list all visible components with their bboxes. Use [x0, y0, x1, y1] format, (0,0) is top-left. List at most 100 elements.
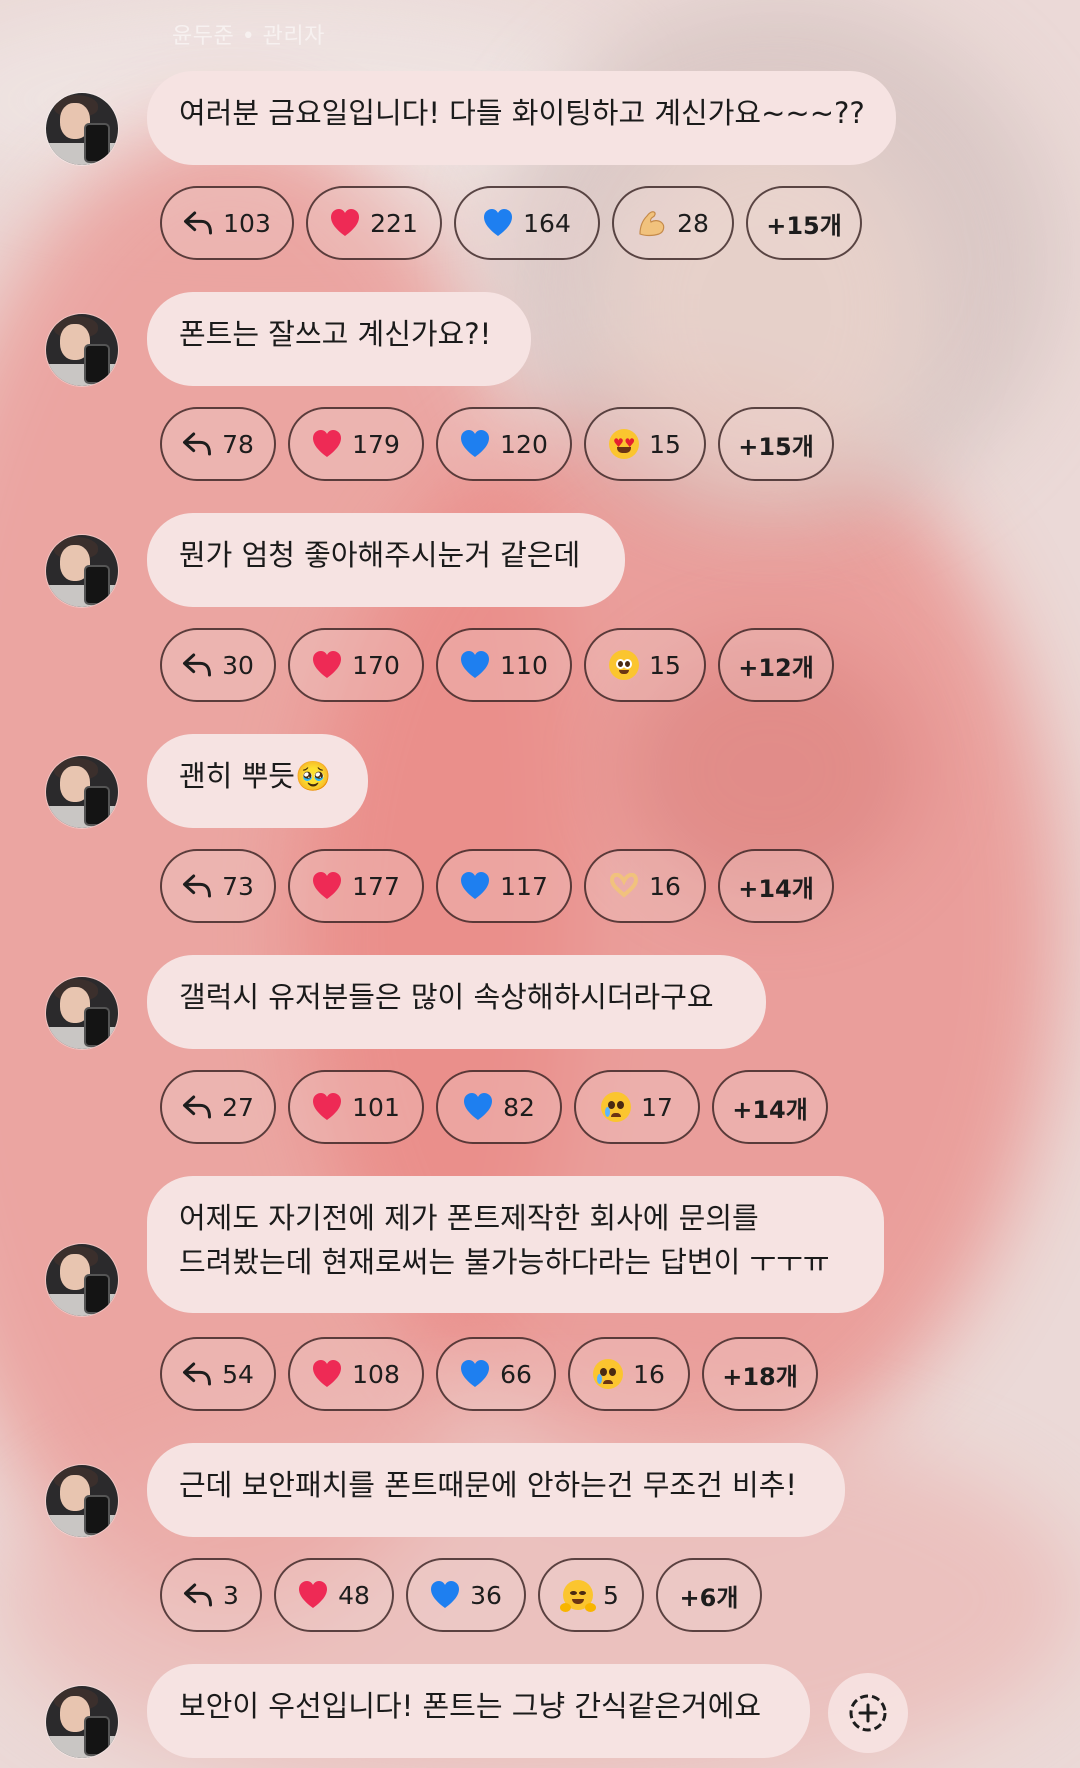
reply-icon — [182, 1092, 212, 1122]
hugging-face-icon — [560, 1580, 597, 1612]
red-heart-icon — [298, 1580, 328, 1610]
add-reaction-button[interactable] — [828, 1673, 908, 1753]
more-reactions-button[interactable]: +14개 — [718, 849, 834, 923]
reaction-count: 110 — [500, 650, 548, 680]
reply-icon — [183, 208, 213, 238]
more-reactions-label: +14개 — [732, 1095, 808, 1124]
avatar[interactable] — [46, 1244, 118, 1316]
reaction-chip[interactable]: 36 — [406, 1558, 526, 1632]
more-reactions-button[interactable]: +12개 — [718, 628, 834, 702]
reply-icon — [182, 650, 212, 680]
reaction-chip[interactable]: 3 — [160, 1558, 262, 1632]
reaction-count: 82 — [503, 1092, 535, 1122]
message-text-line: 뭔가 엄청 좋아해주시눈거 같은데 — [179, 538, 581, 572]
reaction-count: 17 — [641, 1092, 673, 1122]
reply-icon — [183, 1580, 213, 1610]
avatar[interactable] — [46, 1465, 118, 1537]
blue-heart-icon — [460, 650, 490, 680]
more-reactions-button[interactable]: +6개 — [656, 1558, 762, 1632]
reaction-chip[interactable]: 16 — [568, 1337, 690, 1411]
reaction-chip[interactable]: 82 — [436, 1070, 562, 1144]
reaction-chip[interactable]: 48 — [274, 1558, 394, 1632]
reaction-chip[interactable]: 120 — [436, 407, 572, 481]
message-bubble[interactable]: 갤럭시 유저분들은 많이 속상해하시더라구요 — [147, 955, 766, 1049]
crying-face-icon — [593, 1359, 624, 1389]
reaction-count: 30 — [222, 650, 254, 680]
reply-icon — [182, 429, 212, 459]
more-reactions-button[interactable]: +15개 — [718, 407, 834, 481]
blue-heart-icon — [430, 1580, 460, 1610]
avatar[interactable] — [46, 93, 118, 165]
reaction-chip[interactable]: 110 — [436, 628, 572, 702]
sender-name: 윤두준 • 관리자 — [172, 24, 325, 49]
message-text-line: 여러분 금요일입니다! 다들 화이팅하고 계신가요~~~?? — [179, 96, 865, 130]
message-bubble[interactable]: 괜히 뿌듯🥹 — [147, 734, 368, 828]
more-reactions-button[interactable]: +18개 — [702, 1337, 818, 1411]
more-reactions-label: +15개 — [766, 211, 842, 240]
blue-heart-icon — [463, 1092, 493, 1122]
red-heart-icon — [330, 208, 360, 238]
reaction-chip[interactable]: 17 — [574, 1070, 700, 1144]
reaction-count: 108 — [352, 1359, 400, 1389]
reaction-count: 27 — [222, 1092, 254, 1122]
reaction-chip[interactable]: 177 — [288, 849, 424, 923]
message-bubble[interactable]: 보안이 우선입니다! 폰트는 그냥 간식같은거에요 — [147, 1664, 810, 1758]
message-bubble[interactable]: 어제도 자기전에 제가 폰트제작한 회사에 문의를 드려봤는데 현재로써는 불가능… — [147, 1176, 884, 1313]
reaction-chip[interactable]: 54 — [160, 1337, 276, 1411]
heart-hands-icon — [609, 871, 639, 901]
reaction-chip[interactable]: 101 — [288, 1070, 424, 1144]
message-bubble[interactable]: 여러분 금요일입니다! 다들 화이팅하고 계신가요~~~?? — [147, 71, 896, 165]
reaction-chip[interactable]: 117 — [436, 849, 572, 923]
crying-face-icon — [601, 1092, 632, 1122]
flexed-biceps-icon — [637, 208, 667, 238]
reaction-count: 179 — [352, 429, 400, 459]
red-heart-icon — [312, 650, 342, 680]
reaction-chip[interactable]: 27 — [160, 1070, 276, 1144]
reaction-chip[interactable]: 5 — [538, 1558, 644, 1632]
reaction-count: 66 — [500, 1359, 532, 1389]
reaction-count: 170 — [352, 650, 400, 680]
reaction-chip[interactable]: 179 — [288, 407, 424, 481]
reaction-chip[interactable]: 221 — [306, 186, 442, 260]
add-reaction-icon — [849, 1694, 887, 1732]
reaction-count: 164 — [523, 208, 571, 238]
message-text-line: 어제도 자기전에 제가 폰트제작한 회사에 문의를 — [179, 1201, 759, 1235]
reply-icon — [182, 871, 212, 901]
reaction-count: 15 — [649, 429, 681, 459]
avatar[interactable] — [46, 314, 118, 386]
reaction-chip[interactable]: 16 — [584, 849, 706, 923]
reaction-chip[interactable]: 73 — [160, 849, 276, 923]
reaction-chip[interactable]: 170 — [288, 628, 424, 702]
red-heart-icon — [312, 1359, 342, 1389]
message-bubble[interactable]: 폰트는 잘쓰고 계신가요?! — [147, 292, 531, 386]
more-reactions-button[interactable]: +15개 — [746, 186, 862, 260]
more-reactions-label: +15개 — [738, 432, 814, 461]
message-bubble[interactable]: 근데 보안패치를 폰트때문에 안하는건 무조건 비추! — [147, 1443, 845, 1537]
reaction-chip[interactable]: 103 — [160, 186, 294, 260]
reaction-count: 48 — [338, 1580, 370, 1610]
message-text-line: 근데 보안패치를 폰트때문에 안하는건 무조건 비추! — [179, 1468, 797, 1502]
reaction-chip[interactable]: 164 — [454, 186, 600, 260]
reaction-chip[interactable]: 15 — [584, 628, 706, 702]
reaction-chip[interactable]: 66 — [436, 1337, 556, 1411]
more-reactions-button[interactable]: +14개 — [712, 1070, 828, 1144]
blue-heart-icon — [460, 429, 490, 459]
avatar[interactable] — [46, 535, 118, 607]
red-heart-icon — [312, 429, 342, 459]
red-heart-icon — [312, 871, 342, 901]
blue-heart-icon — [483, 208, 513, 238]
message-bubble[interactable]: 뭔가 엄청 좋아해주시눈거 같은데 — [147, 513, 625, 607]
avatar[interactable] — [46, 1686, 118, 1758]
reaction-count: 5 — [603, 1580, 619, 1610]
reaction-count: 221 — [370, 208, 418, 238]
reaction-chip[interactable]: ♥ ♥ 15 — [584, 407, 706, 481]
reaction-count: 120 — [500, 429, 548, 459]
reaction-chip[interactable]: 28 — [612, 186, 734, 260]
reaction-chip[interactable]: 30 — [160, 628, 276, 702]
reaction-count: 117 — [500, 871, 548, 901]
reaction-chip[interactable]: 78 — [160, 407, 276, 481]
reaction-chip[interactable]: 108 — [288, 1337, 424, 1411]
avatar[interactable] — [46, 977, 118, 1049]
more-reactions-label: +6개 — [679, 1583, 739, 1612]
avatar[interactable] — [46, 756, 118, 828]
